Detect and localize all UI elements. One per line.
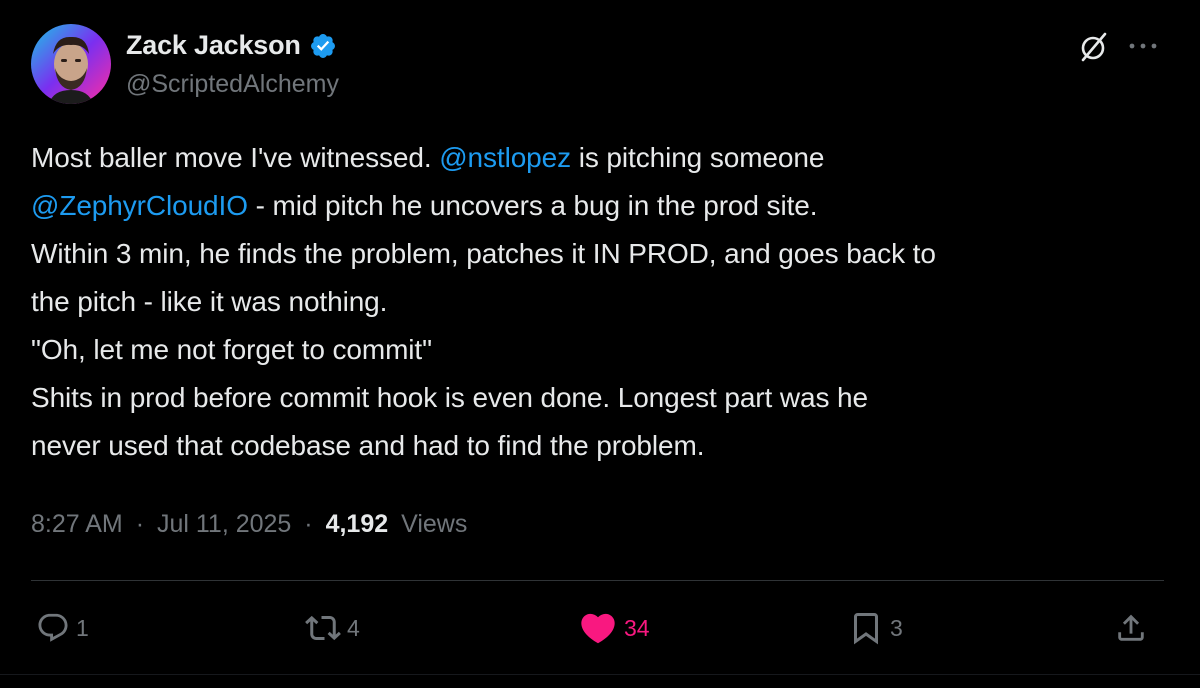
tweet-meta: 8:27 AM · Jul 11, 2025 · 4,192 Views bbox=[31, 510, 467, 539]
bookmark-count: 3 bbox=[890, 614, 903, 641]
tweet-text: Most baller move I've witnessed. @nstlop… bbox=[31, 134, 1176, 470]
mention-link[interactable]: @nstlopez bbox=[439, 142, 571, 173]
tweet-text-segment: the pitch - like it was nothing. bbox=[31, 286, 388, 317]
tweet-text-segment: Shits in prod before commit hook is even… bbox=[31, 382, 868, 413]
heart-icon bbox=[578, 608, 618, 648]
author-name-row: Zack Jackson bbox=[126, 30, 337, 61]
share-icon bbox=[1114, 611, 1148, 645]
verified-badge-icon[interactable] bbox=[309, 32, 337, 60]
retweet-count: 4 bbox=[347, 614, 360, 641]
like-count: 34 bbox=[624, 614, 650, 641]
tweet-text-segment: never used that codebase and had to find… bbox=[31, 430, 705, 461]
display-name[interactable]: Zack Jackson bbox=[126, 30, 301, 61]
avatar[interactable] bbox=[31, 24, 111, 104]
views-count[interactable]: 4,192 bbox=[326, 510, 389, 538]
meta-separator: · bbox=[135, 510, 145, 538]
retweet-button[interactable]: 4 bbox=[305, 608, 360, 648]
bookmark-icon bbox=[848, 610, 884, 646]
tweet-date[interactable]: Jul 11, 2025 bbox=[157, 510, 291, 538]
tweet-text-segment: Most baller move I've witnessed. bbox=[31, 142, 440, 173]
tweet-card: Zack Jackson @ScriptedAlchemy Most balle… bbox=[0, 0, 1200, 688]
tweet-text-segment: Within 3 min, he finds the problem, patc… bbox=[31, 238, 936, 269]
tweet-text-line: Shits in prod before commit hook is even… bbox=[31, 374, 1176, 422]
grok-icon[interactable] bbox=[1077, 30, 1111, 64]
author-handle[interactable]: @ScriptedAlchemy bbox=[126, 70, 339, 99]
tweet-text-line: Within 3 min, he finds the problem, patc… bbox=[31, 230, 1176, 278]
tweet-text-line: the pitch - like it was nothing. bbox=[31, 278, 1176, 326]
mention-link[interactable]: @ZephyrCloudIO bbox=[31, 190, 248, 221]
bookmark-button[interactable]: 3 bbox=[848, 608, 903, 648]
bottom-rule bbox=[0, 674, 1200, 675]
tweet-text-line: Most baller move I've witnessed. @nstlop… bbox=[31, 134, 1176, 182]
reply-icon bbox=[36, 611, 70, 645]
meta-separator: · bbox=[304, 510, 313, 538]
divider bbox=[31, 580, 1164, 581]
more-icon[interactable] bbox=[1127, 38, 1159, 54]
views-label: Views bbox=[401, 510, 468, 538]
tweet-text-segment: is pitching someone bbox=[571, 142, 825, 173]
tweet-text-line: never used that codebase and had to find… bbox=[31, 422, 1176, 470]
tweet-text-line: "Oh, let me not forget to commit" bbox=[31, 326, 1176, 374]
tweet-text-line: @ZephyrCloudIO - mid pitch he uncovers a… bbox=[31, 182, 1176, 230]
tweet-text-segment: "Oh, let me not forget to commit" bbox=[31, 334, 432, 365]
tweet-text-segment: - mid pitch he uncovers a bug in the pro… bbox=[247, 190, 818, 221]
like-button[interactable]: 34 bbox=[578, 608, 650, 648]
reply-button[interactable]: 1 bbox=[36, 608, 89, 648]
share-button[interactable] bbox=[1114, 608, 1148, 648]
retweet-icon bbox=[305, 610, 341, 646]
tweet-time[interactable]: 8:27 AM bbox=[31, 510, 123, 538]
reply-count: 1 bbox=[76, 614, 89, 641]
